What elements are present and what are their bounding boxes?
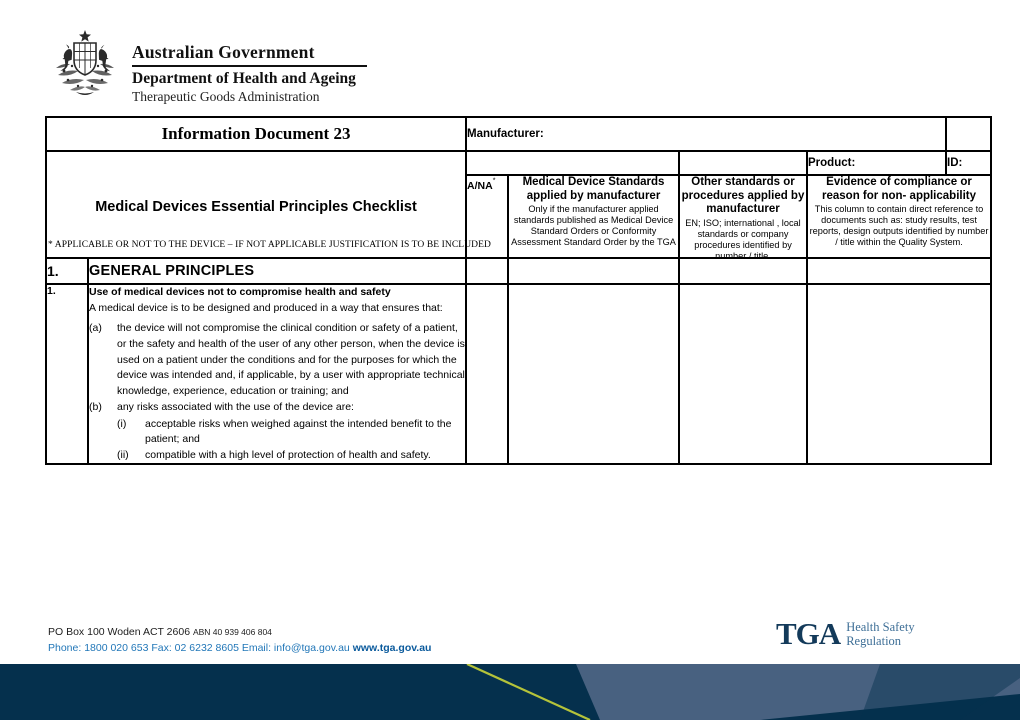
column-header-other-standards-subtitle: EN; ISO; international , local standards… bbox=[685, 217, 801, 261]
subitem-b-ii-marker: (ii) bbox=[117, 448, 129, 461]
item-cell-other-standards[interactable] bbox=[678, 282, 808, 466]
column-header-evidence-subtitle: This column to contain direct reference … bbox=[809, 204, 989, 248]
tga-tagline: Health Safety Regulation bbox=[846, 620, 914, 648]
subitem-b: (b) any risks associated with the use of… bbox=[89, 400, 465, 416]
column-header-standards-subtitle: Only if the manufacturer applied standar… bbox=[511, 204, 676, 248]
subitem-b-i: (i) acceptable risks when weighed agains… bbox=[89, 417, 465, 448]
column-header-evidence: Evidence of compliance or reason for non… bbox=[806, 174, 993, 264]
australian-coat-of-arms-icon bbox=[48, 28, 122, 100]
tga-tagline-line1: Health Safety bbox=[846, 619, 915, 634]
department-line: Department of Health and Ageing bbox=[132, 69, 356, 87]
column-header-other-standards: Other standards or procedures applied by… bbox=[678, 174, 809, 264]
item-content: Use of medical devices not to compromise… bbox=[87, 282, 467, 466]
subitem-b-ii-text: compatible with a high level of protecti… bbox=[145, 448, 431, 461]
footer-abn: ABN 40 939 406 804 bbox=[192, 627, 272, 637]
product-field[interactable]: Product: bbox=[806, 150, 948, 176]
tga-tagline-line2: Regulation bbox=[846, 633, 902, 648]
id-field-spacer bbox=[945, 116, 993, 152]
section-title: GENERAL PRINCIPLES bbox=[87, 257, 467, 285]
column-header-ana-label: A/NA bbox=[467, 180, 493, 192]
footer-contact-line: Phone: 1800 020 653 Fax: 02 6232 8605 Em… bbox=[48, 640, 431, 656]
subitem-b-marker: (b) bbox=[89, 401, 102, 414]
item-cell-standards[interactable] bbox=[507, 282, 680, 466]
item-heading: Use of medical devices not to compromise… bbox=[89, 286, 391, 298]
checklist-table: 1. GENERAL PRINCIPLES 1. Use of medical … bbox=[45, 257, 992, 466]
tga-wordmark: TGA bbox=[776, 616, 841, 651]
item-cell-ana[interactable] bbox=[465, 282, 509, 466]
subitem-a-text: the device will not compromise the clini… bbox=[117, 322, 465, 397]
section-cell-ana bbox=[465, 257, 509, 285]
column-header-standards: Medical Device Standards applied by manu… bbox=[507, 174, 681, 264]
subitem-b-i-marker: (i) bbox=[117, 417, 127, 430]
footer-website-link[interactable]: www.tga.gov.au bbox=[353, 642, 432, 654]
subitem-a-marker: (a) bbox=[89, 322, 102, 335]
item-number: 1. bbox=[45, 282, 89, 466]
item-cell-evidence[interactable] bbox=[806, 282, 992, 466]
government-line: Australian Government bbox=[132, 42, 315, 62]
subitem-b-ii: (ii) compatible with a high level of pro… bbox=[89, 448, 465, 464]
manufacturer-field[interactable]: Manufacturer: bbox=[465, 116, 948, 152]
government-wordmark: Australian Government Department of Heal… bbox=[132, 28, 367, 106]
subitem-b-romans: (i) acceptable risks when weighed agains… bbox=[89, 417, 465, 464]
footer-address-line: PO Box 100 Woden ACT 2606 ABN 40 939 406… bbox=[48, 624, 431, 640]
section-cell-standards bbox=[507, 257, 680, 285]
column-header-other-standards-title: Other standards or procedures applied by… bbox=[681, 176, 805, 216]
spacer-a bbox=[678, 150, 809, 175]
column-header-standards-title: Medical Device Standards applied by manu… bbox=[522, 176, 665, 202]
decorative-footer-band bbox=[0, 664, 1020, 720]
asterisk-marker: * bbox=[492, 177, 496, 185]
footer-contact-block: PO Box 100 Woden ACT 2606 ABN 40 939 406… bbox=[48, 624, 431, 657]
header-row-subtitle: Medical Devices Essential Principles Che… bbox=[44, 150, 993, 264]
section-row: 1. GENERAL PRINCIPLES bbox=[45, 257, 992, 285]
item-subitems: (a) the device will not compromise the c… bbox=[89, 321, 465, 463]
tga-logo: TGA Health Safety Regulation bbox=[776, 618, 915, 649]
subitem-b-text: any risks associated with the use of the… bbox=[117, 401, 354, 414]
masthead-divider bbox=[132, 65, 367, 67]
column-header-evidence-title: Evidence of compliance or reason for non… bbox=[822, 176, 977, 202]
section-number: 1. bbox=[45, 257, 89, 285]
header-row-title: Information Document 23 Manufacturer: bbox=[44, 116, 993, 152]
section-cell-other-standards bbox=[678, 257, 808, 285]
section-cell-evidence bbox=[806, 257, 992, 285]
id-field[interactable]: ID: bbox=[945, 150, 993, 176]
masthead: Australian Government Department of Heal… bbox=[48, 28, 367, 106]
subitem-b-i-text: acceptable risks when weighed against th… bbox=[145, 417, 452, 446]
product-placeholder bbox=[465, 150, 681, 175]
subitem-a: (a) the device will not compromise the c… bbox=[89, 321, 465, 399]
footer-contact: Phone: 1800 020 653 Fax: 02 6232 8605 Em… bbox=[48, 642, 350, 655]
footer-address: PO Box 100 Woden ACT 2606 bbox=[48, 626, 191, 638]
document-title: Information Document 23 bbox=[44, 116, 468, 152]
table-row: 1. Use of medical devices not to comprom… bbox=[45, 282, 992, 466]
agency-line: Therapeutic Goods Administration bbox=[132, 89, 320, 105]
applicability-note: * APPLICABLE OR NOT TO THE DEVICE – IF N… bbox=[48, 240, 491, 250]
item-lead: A medical device is to be designed and p… bbox=[89, 302, 443, 315]
